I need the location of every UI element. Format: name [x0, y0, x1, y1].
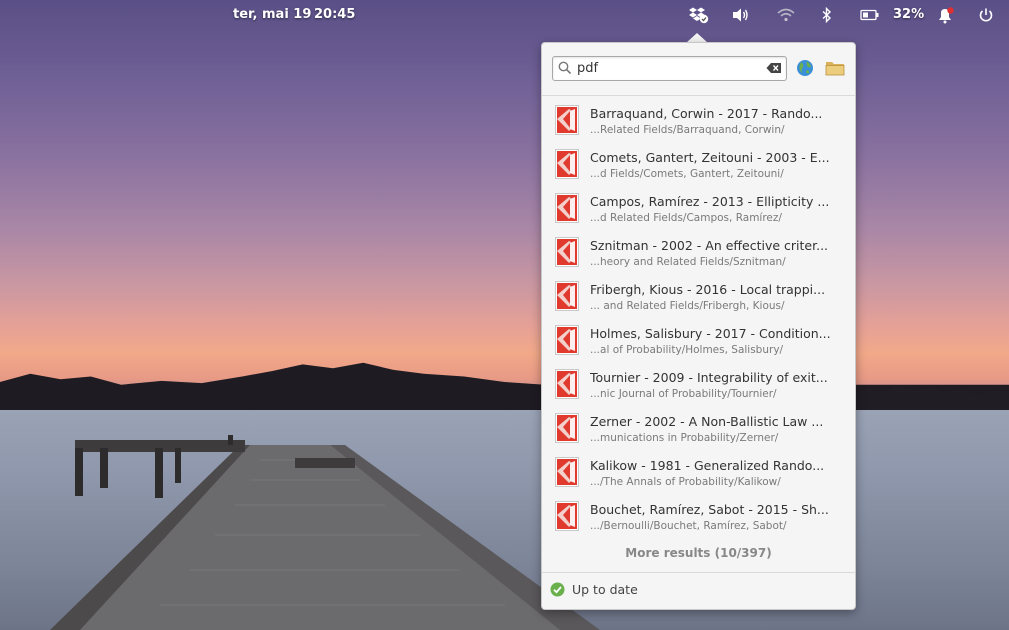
result-path: ...d Related Fields/Campos, Ramírez/ [590, 212, 782, 224]
result-title: Tournier - 2009 - Integrability of exit.… [590, 370, 828, 385]
wifi-icon[interactable] [777, 6, 795, 24]
result-path: .../The Annals of Probability/Kalikow/ [590, 476, 781, 488]
globe-icon[interactable] [796, 59, 814, 77]
result-path: ... and Related Fields/Fribergh, Kious/ [590, 300, 785, 312]
sync-status: Up to date [550, 582, 638, 597]
result-item[interactable]: Kalikow - 1981 - Generalized Rando......… [542, 449, 855, 493]
separator [542, 572, 855, 573]
result-item[interactable]: Bouchet, Ramírez, Sabot - 2015 - Sh.....… [542, 493, 855, 537]
result-item[interactable]: Zerner - 2002 - A Non-Ballistic Law ....… [542, 405, 855, 449]
result-path: ...heory and Related Fields/Sznitman/ [590, 256, 786, 268]
result-path: ...al of Probability/Holmes, Salisbury/ [590, 344, 784, 356]
pdf-file-icon [555, 369, 579, 399]
pdf-file-icon [555, 457, 579, 487]
result-title: Fribergh, Kious - 2016 - Local trappi... [590, 282, 826, 297]
clear-search-icon[interactable] [766, 62, 782, 74]
volume-icon[interactable] [731, 6, 751, 24]
pdf-file-icon [555, 237, 579, 267]
result-title: Bouchet, Ramírez, Sabot - 2015 - Sh... [590, 502, 829, 517]
result-item[interactable]: Tournier - 2009 - Integrability of exit.… [542, 361, 855, 405]
result-title: Campos, Ramírez - 2013 - Ellipticity ... [590, 194, 830, 209]
pdf-file-icon [555, 105, 579, 135]
notification-icon[interactable] [937, 6, 955, 24]
result-title: Sznitman - 2002 - An effective criter... [590, 238, 829, 253]
result-item[interactable]: Sznitman - 2002 - An effective criter...… [542, 229, 855, 273]
result-title: Zerner - 2002 - A Non-Ballistic Law ... [590, 414, 824, 429]
pdf-file-icon [555, 501, 579, 531]
result-item[interactable]: Comets, Gantert, Zeitouni - 2003 - E....… [542, 141, 855, 185]
wallpaper-pier [50, 435, 600, 630]
result-title: Holmes, Salisbury - 2017 - Condition... [590, 326, 831, 341]
result-item[interactable]: Holmes, Salisbury - 2017 - Condition....… [542, 317, 855, 361]
search-input[interactable] [577, 59, 757, 77]
pdf-file-icon [555, 149, 579, 179]
top-panel: ter, mai 19 20:45 32% [0, 0, 1009, 30]
result-path: ...munications in Probability/Zerner/ [590, 432, 779, 444]
power-icon[interactable] [978, 6, 994, 24]
result-title: Kalikow - 1981 - Generalized Rando... [590, 458, 825, 473]
dropbox-popover: Barraquand, Corwin - 2017 - Rando... ...R… [541, 42, 856, 610]
pdf-file-icon [555, 193, 579, 223]
result-path: ...nic Journal of Probability/Tournier/ [590, 388, 777, 400]
result-item[interactable]: Fribergh, Kious - 2016 - Local trappi...… [542, 273, 855, 317]
result-title: Barraquand, Corwin - 2017 - Rando... [590, 106, 823, 121]
result-item[interactable]: Barraquand, Corwin - 2017 - Rando... ...R… [542, 97, 855, 141]
pdf-file-icon [555, 325, 579, 355]
sync-status-label: Up to date [572, 582, 638, 597]
more-results-button[interactable]: More results (10/397) [542, 546, 855, 560]
separator [542, 95, 855, 96]
result-path: .../Bernoulli/Bouchet, Ramírez, Sabot/ [590, 520, 787, 532]
panel-time[interactable]: 20:45 [314, 7, 355, 22]
result-title: Comets, Gantert, Zeitouni - 2003 - E... [590, 150, 830, 165]
result-path: ...d Fields/Comets, Gantert, Zeitouni/ [590, 168, 784, 180]
folder-icon[interactable] [825, 60, 845, 76]
pdf-file-icon [555, 281, 579, 311]
battery-icon[interactable] [860, 6, 880, 24]
check-icon [550, 582, 565, 597]
dropbox-icon[interactable] [688, 6, 710, 24]
panel-date[interactable]: ter, mai 19 [233, 7, 311, 22]
bluetooth-icon[interactable] [822, 6, 832, 24]
pdf-file-icon [555, 413, 579, 443]
search-box[interactable] [552, 56, 787, 81]
search-icon [558, 61, 572, 75]
battery-percent[interactable]: 32% [893, 7, 924, 22]
search-results-list: Barraquand, Corwin - 2017 - Rando... ...R… [542, 97, 855, 537]
result-item[interactable]: Campos, Ramírez - 2013 - Ellipticity ...… [542, 185, 855, 229]
result-path: ...Related Fields/Barraquand, Corwin/ [590, 124, 785, 136]
